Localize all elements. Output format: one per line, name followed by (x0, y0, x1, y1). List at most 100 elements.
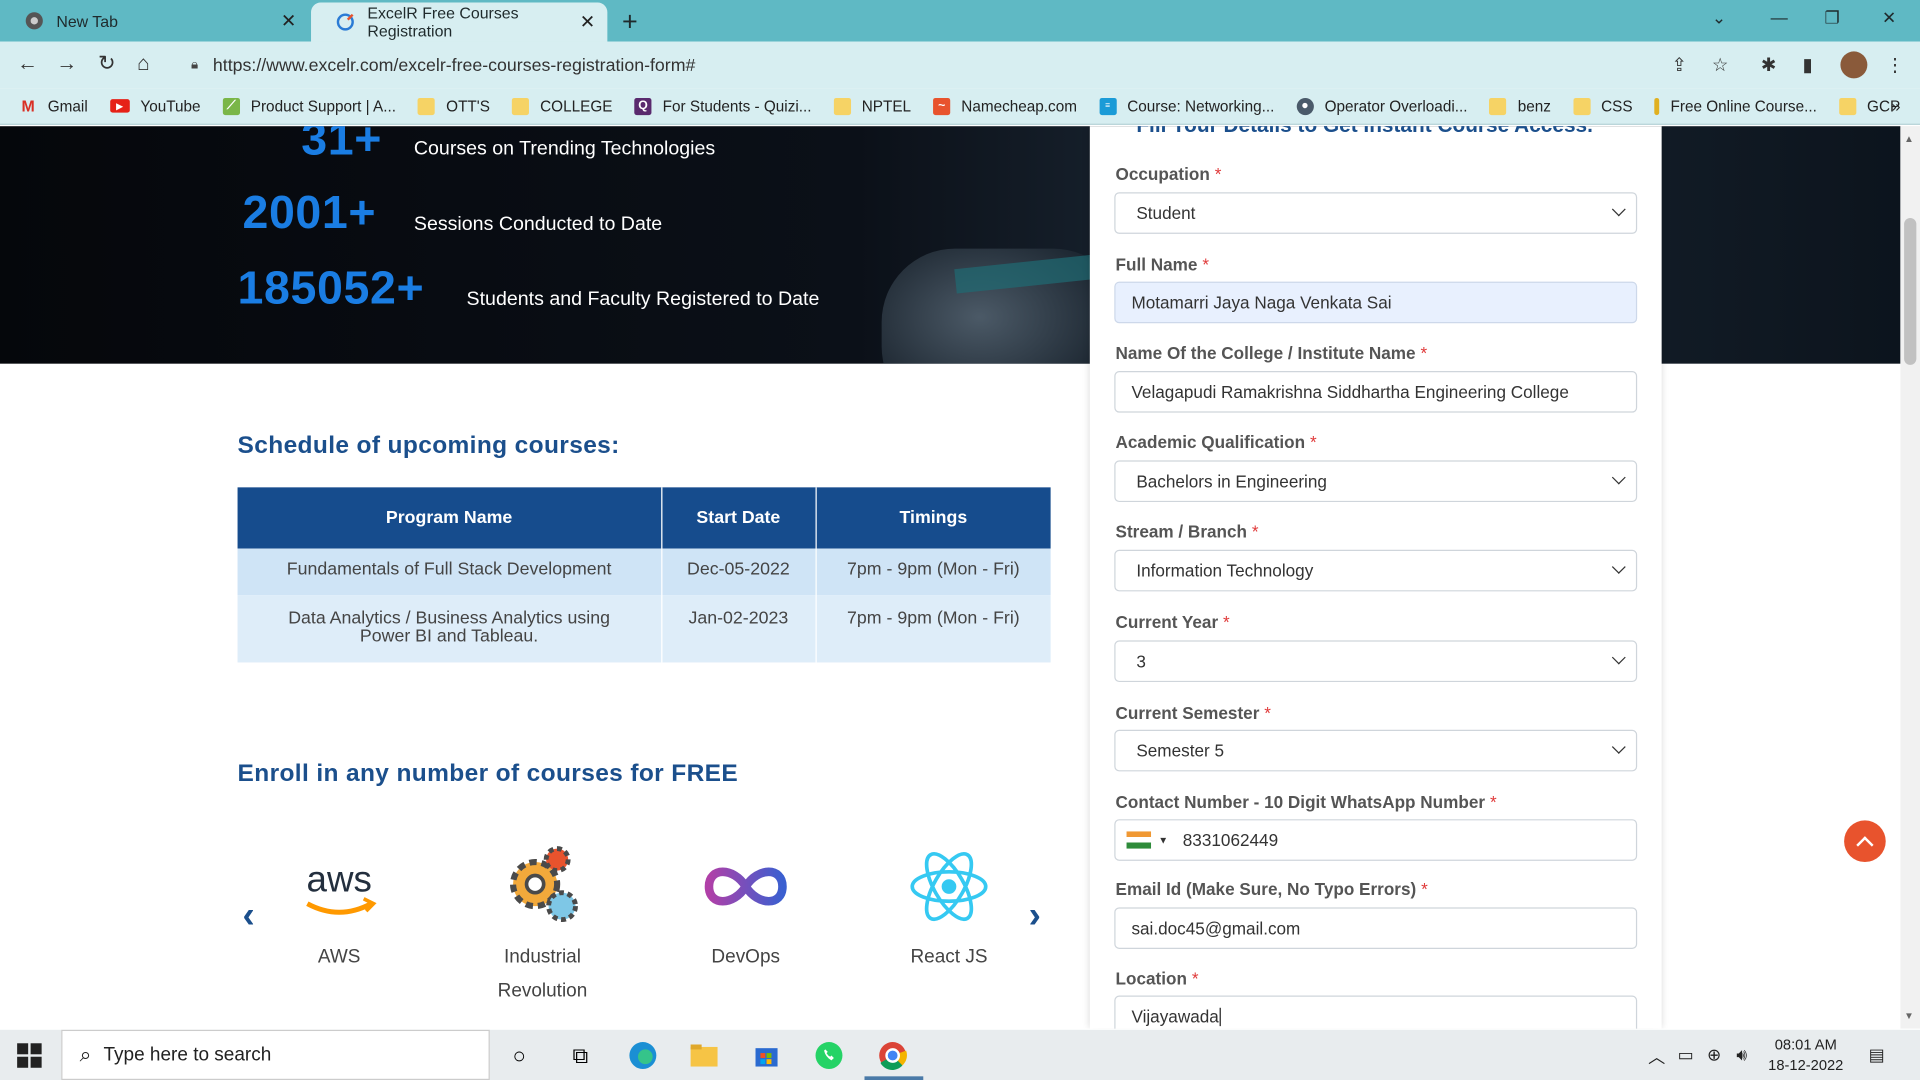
contact-input[interactable]: ▼ 8331062449 (1114, 819, 1638, 861)
bookmark-namecheap[interactable]: ~ Namecheap.com (933, 97, 1077, 115)
close-tab-icon[interactable]: ✕ (281, 10, 296, 32)
scroll-to-top-button[interactable] (1844, 820, 1886, 863)
store-icon[interactable] (751, 1040, 783, 1072)
bookmark-college[interactable]: COLLEGE (511, 97, 612, 115)
chevron-down-icon (1611, 740, 1626, 754)
clock-date: 18-12-2022 (1768, 1056, 1844, 1074)
volume-icon[interactable]: 🔊︎ (1736, 1044, 1747, 1065)
notifications-icon[interactable]: ▤ (1869, 1044, 1885, 1065)
bookmark-operator[interactable]: ● Operator Overloadi... (1296, 97, 1467, 115)
qualification-label: Academic Qualification * (1115, 432, 1317, 452)
cisco-icon: ≡ (1099, 97, 1117, 115)
taskbar-search[interactable]: ⌕ Type here to search (61, 1029, 490, 1080)
cell-program: Data Analytics / Business Analytics usin… (237, 595, 662, 663)
browser-toolbar: ← → ↻ ⌂ 🔒︎ https://www.excelr.com/excelr… (0, 41, 1920, 89)
course-card-devops[interactable]: DevOps (666, 842, 825, 974)
network-icon[interactable]: ⊕ (1707, 1044, 1721, 1065)
col-timings: Timings (815, 487, 1051, 549)
semester-select[interactable]: Semester 5 (1114, 729, 1638, 772)
windows-start-icon[interactable] (17, 1043, 42, 1068)
cell-timings: 7pm - 9pm (Mon - Fri) (815, 548, 1051, 596)
share-icon[interactable]: ⇪ (1671, 54, 1686, 76)
folder-icon (1489, 97, 1507, 115)
bookmark-otts[interactable]: OTT'S (418, 97, 490, 115)
occupation-select[interactable]: Student (1114, 192, 1638, 234)
close-tab-icon[interactable]: ✕ (580, 11, 595, 33)
scroll-down-icon[interactable]: ▼ (1904, 1010, 1914, 1021)
course-name: AWS (317, 946, 361, 968)
file-explorer-icon[interactable] (688, 1040, 720, 1072)
table-row: Fundamentals of Full Stack Development D… (237, 548, 1051, 596)
location-input[interactable]: Vijayawada (1114, 995, 1638, 1029)
edge-icon[interactable] (627, 1040, 659, 1072)
email-input[interactable]: sai.doc45@gmail.com (1114, 907, 1638, 949)
back-icon[interactable]: ← (17, 51, 38, 75)
url-text[interactable]: https://www.excelr.com/excelr-free-cours… (213, 56, 696, 76)
extensions-icon[interactable]: ✱ (1761, 54, 1776, 76)
address-bar[interactable]: 🔒︎ https://www.excelr.com/excelr-free-co… (176, 47, 1749, 84)
folder-icon (1572, 97, 1591, 115)
qualification-select[interactable]: Bachelors in Engineering (1114, 460, 1638, 503)
tab-search-icon[interactable]: ⌄ (1712, 7, 1726, 28)
india-flag-icon[interactable] (1126, 831, 1152, 849)
bookmark-nptel[interactable]: NPTEL (833, 97, 911, 115)
minimize-icon[interactable]: — (1771, 7, 1788, 27)
tab-new-tab[interactable]: New Tab ✕ (0, 0, 309, 42)
course-card-aws[interactable]: aws AWS (260, 842, 419, 974)
course-card-react-js[interactable]: React JS (869, 842, 1028, 974)
devops-infinity-icon (666, 842, 825, 930)
show-hidden-icons-icon[interactable]: ︿ (1648, 1044, 1665, 1068)
forward-icon[interactable]: → (56, 51, 77, 75)
table-header-row: Program Name Start Date Timings (237, 487, 1051, 549)
carousel-next-icon[interactable]: › (1029, 895, 1041, 937)
aws-logo-icon: aws (260, 842, 419, 930)
task-view-icon[interactable]: ⧉ (564, 1040, 596, 1072)
bookmark-networking[interactable]: ≡ Course: Networking... (1099, 97, 1274, 115)
battery-icon[interactable]: ▭ (1678, 1044, 1694, 1065)
search-icon: ⌕ (79, 1042, 92, 1066)
college-input[interactable]: Velagapudi Ramakrishna Siddhartha Engine… (1114, 371, 1638, 413)
close-window-icon[interactable]: ✕ (1882, 7, 1896, 28)
bookmark-youtube[interactable]: ▶ YouTube (109, 97, 201, 114)
course-card-industrial-revolution[interactable]: Industrial Revolution (463, 842, 622, 1009)
new-tab-button[interactable]: + (622, 6, 638, 38)
more-bookmarks-icon[interactable]: » (1892, 97, 1901, 115)
cortana-icon[interactable]: ○ (503, 1040, 535, 1072)
whatsapp-icon[interactable] (813, 1040, 845, 1072)
scrollbar-thumb[interactable] (1904, 217, 1917, 365)
full-name-input[interactable]: Motamarri Jaya Naga Venkata Sai (1114, 281, 1638, 324)
bookmark-quizizz[interactable]: Q For Students - Quizi... (634, 97, 812, 115)
home-icon[interactable]: ⌂ (137, 51, 150, 75)
system-clock[interactable]: 08:01 AM 18-12-2022 (1768, 1035, 1843, 1077)
bookmark-gmail[interactable]: M Gmail (20, 97, 88, 115)
tab-excelr[interactable]: ExcelR Free Courses Registration ✕ (311, 2, 608, 42)
excelr-favicon-icon (336, 12, 356, 32)
table-row: Data Analytics / Business Analytics usin… (237, 595, 1051, 663)
profile-avatar[interactable] (1840, 51, 1868, 79)
caret-down-icon[interactable]: ▼ (1158, 834, 1168, 845)
course-name: React JS (910, 946, 988, 968)
stat-text: Students and Faculty Registered to Date (466, 288, 820, 310)
bookmark-product-support[interactable]: ⟋ Product Support | A... (222, 97, 396, 115)
side-panel-icon[interactable]: ▮ (1802, 54, 1812, 76)
bookmark-free-online[interactable]: Free Online Course... (1654, 97, 1817, 115)
bookmark-star-icon[interactable]: ☆ (1712, 54, 1728, 76)
restore-icon[interactable]: ❐ (1825, 7, 1840, 28)
required-mark: * (1489, 792, 1497, 812)
chrome-taskbar-icon[interactable] (877, 1040, 909, 1072)
bookmark-benz[interactable]: benz (1489, 97, 1551, 115)
bookmark-css[interactable]: CSS (1572, 97, 1633, 115)
reload-icon[interactable]: ↻ (98, 51, 115, 75)
stat-courses: 31+ (301, 126, 382, 166)
react-icon (869, 842, 1028, 930)
stream-select[interactable]: Information Technology (1114, 549, 1638, 592)
scroll-up-icon[interactable]: ▲ (1904, 133, 1914, 144)
menu-icon[interactable]: ⋮ (1886, 54, 1904, 76)
tab-label: ExcelR Free Courses Registration (367, 3, 519, 41)
year-select[interactable]: 3 (1114, 640, 1638, 683)
carousel-prev-icon[interactable]: ‹ (242, 895, 254, 937)
location-label: Location * (1115, 968, 1199, 989)
email-label: Email Id (Make Sure, No Typo Errors) * (1115, 879, 1428, 899)
page-scrollbar[interactable]: ▲ ▼ (1900, 126, 1920, 1029)
lock-icon[interactable]: 🔒︎ (191, 58, 198, 74)
